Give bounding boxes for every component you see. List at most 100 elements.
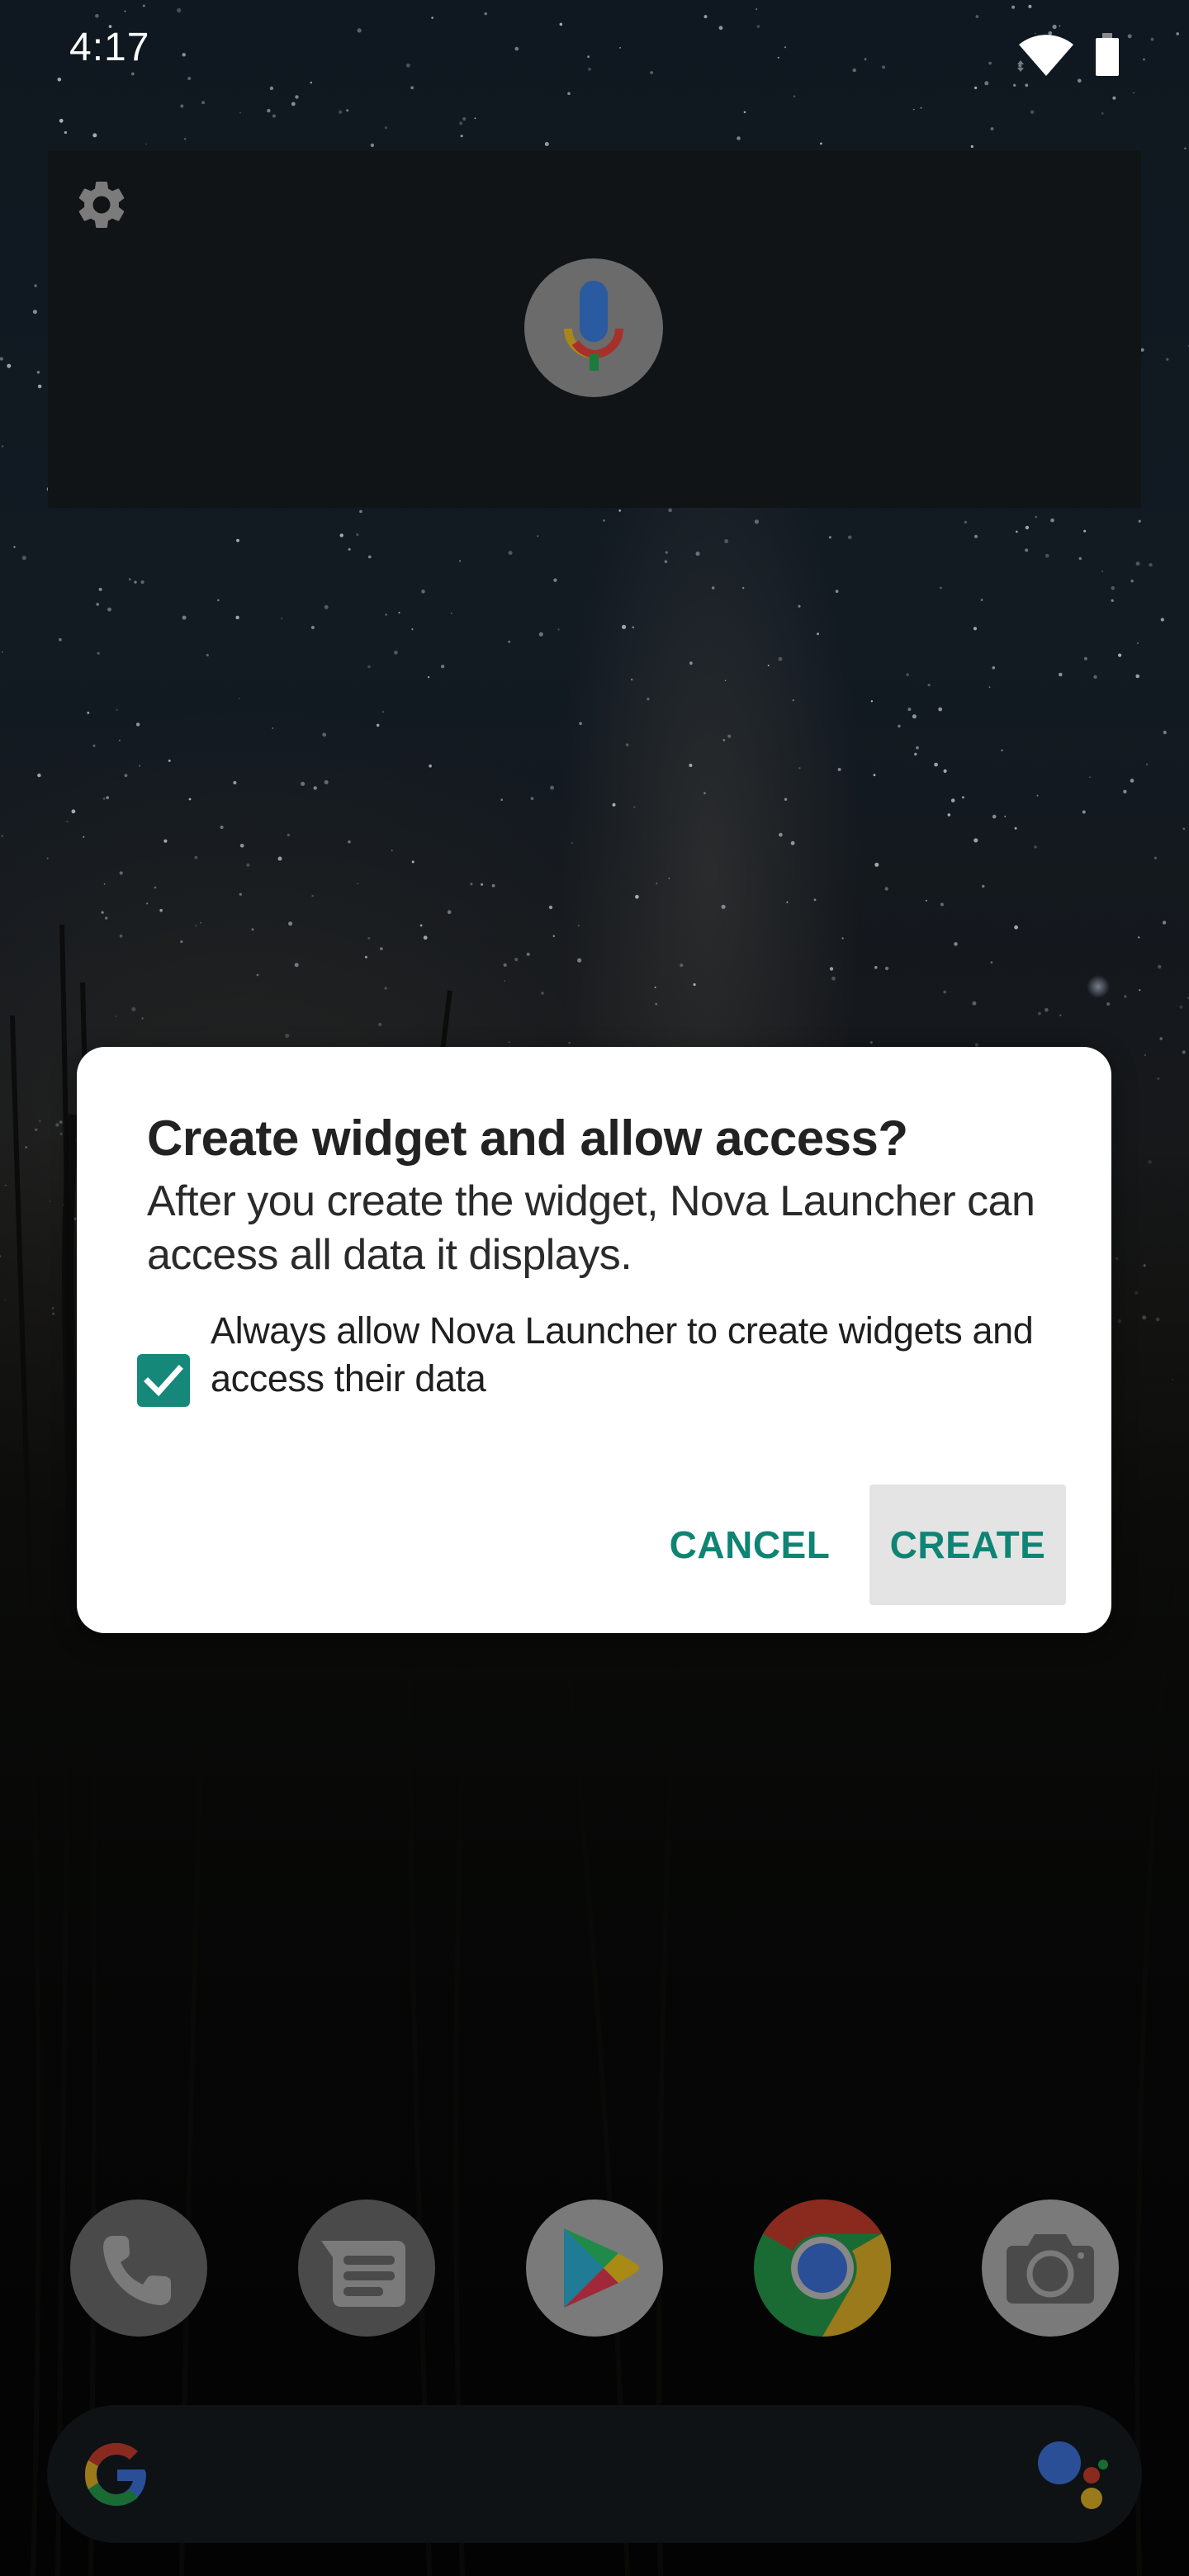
cancel-button[interactable]: CANCEL (655, 1485, 845, 1605)
star (38, 1120, 41, 1123)
dock-app-phone[interactable] (70, 2200, 207, 2337)
star (384, 987, 387, 990)
star (46, 857, 49, 859)
star (940, 586, 942, 590)
star (459, 121, 463, 125)
star (721, 904, 726, 909)
star (790, 841, 795, 845)
star (359, 509, 362, 514)
star (553, 578, 557, 582)
star (188, 798, 192, 801)
star (239, 111, 241, 114)
dock-app-chrome[interactable] (754, 2200, 891, 2337)
voice-search-button[interactable] (524, 258, 663, 397)
star (0, 1255, 2, 1257)
star (364, 955, 367, 959)
star (294, 963, 299, 968)
star (348, 841, 351, 844)
star (398, 611, 400, 614)
star (1106, 1002, 1111, 1006)
star (798, 767, 801, 769)
star (277, 856, 282, 861)
star (914, 752, 917, 756)
star (1014, 925, 1018, 930)
star (912, 714, 917, 719)
star (394, 651, 398, 655)
star (841, 937, 844, 940)
google-search-widget[interactable] (48, 151, 1141, 508)
star (898, 724, 901, 728)
star (168, 760, 171, 762)
gear-icon[interactable] (73, 176, 130, 234)
star (722, 739, 726, 741)
always-allow-option[interactable]: Always allow Nova Launcher to create wid… (137, 1307, 1062, 1414)
star (311, 894, 314, 897)
star (973, 838, 978, 843)
star (530, 797, 534, 800)
star (440, 665, 445, 669)
star (135, 722, 140, 727)
star (104, 916, 108, 920)
star (1157, 1077, 1160, 1080)
star (427, 676, 430, 679)
star (1034, 845, 1037, 849)
star (380, 947, 383, 950)
star (548, 905, 553, 910)
star (180, 104, 184, 108)
star (988, 686, 991, 689)
star (964, 520, 968, 524)
create-button[interactable]: CREATE (869, 1485, 1066, 1605)
star (1111, 586, 1116, 590)
dock-app-camera[interactable] (982, 2200, 1119, 2337)
star (1136, 642, 1139, 645)
star (990, 127, 994, 130)
star (680, 964, 684, 968)
star (990, 961, 993, 964)
star (792, 699, 794, 702)
phone-icon (103, 2236, 171, 2305)
star (1155, 1317, 1160, 1322)
star (916, 746, 919, 750)
always-allow-label[interactable]: Always allow Nova Launcher to create wid… (211, 1307, 1078, 1403)
star (356, 533, 359, 537)
star (1130, 779, 1135, 783)
star (711, 586, 715, 590)
star (98, 587, 102, 591)
star (1143, 1264, 1146, 1267)
star (537, 535, 539, 537)
star (180, 940, 183, 944)
star (654, 986, 656, 988)
star (829, 967, 834, 971)
star (459, 560, 461, 562)
star (1038, 1011, 1041, 1016)
star (927, 684, 931, 687)
star (514, 958, 519, 962)
star (737, 136, 741, 140)
google-search-bar[interactable] (47, 2405, 1142, 2543)
star (429, 764, 432, 768)
star (1045, 553, 1049, 558)
star (236, 538, 239, 542)
star (1045, 1007, 1049, 1012)
star (239, 893, 242, 896)
star (724, 680, 727, 682)
dock-app-play-store[interactable] (526, 2200, 663, 2337)
star (1101, 112, 1104, 115)
star (778, 656, 783, 661)
star (97, 651, 100, 655)
dock-app-messages[interactable] (298, 2200, 435, 2337)
star (557, 628, 560, 631)
star (1135, 561, 1140, 566)
google-assistant-icon[interactable] (1030, 2430, 1120, 2521)
star (1144, 1054, 1147, 1057)
star (664, 560, 668, 563)
star (538, 632, 543, 637)
star (267, 108, 271, 113)
star (66, 821, 69, 822)
always-allow-checkbox[interactable] (137, 1354, 190, 1407)
star (107, 607, 111, 612)
star (504, 980, 505, 982)
star (874, 966, 878, 969)
dialog-message: After you create the widget, Nova Launch… (147, 1177, 1035, 1279)
star (272, 727, 274, 729)
